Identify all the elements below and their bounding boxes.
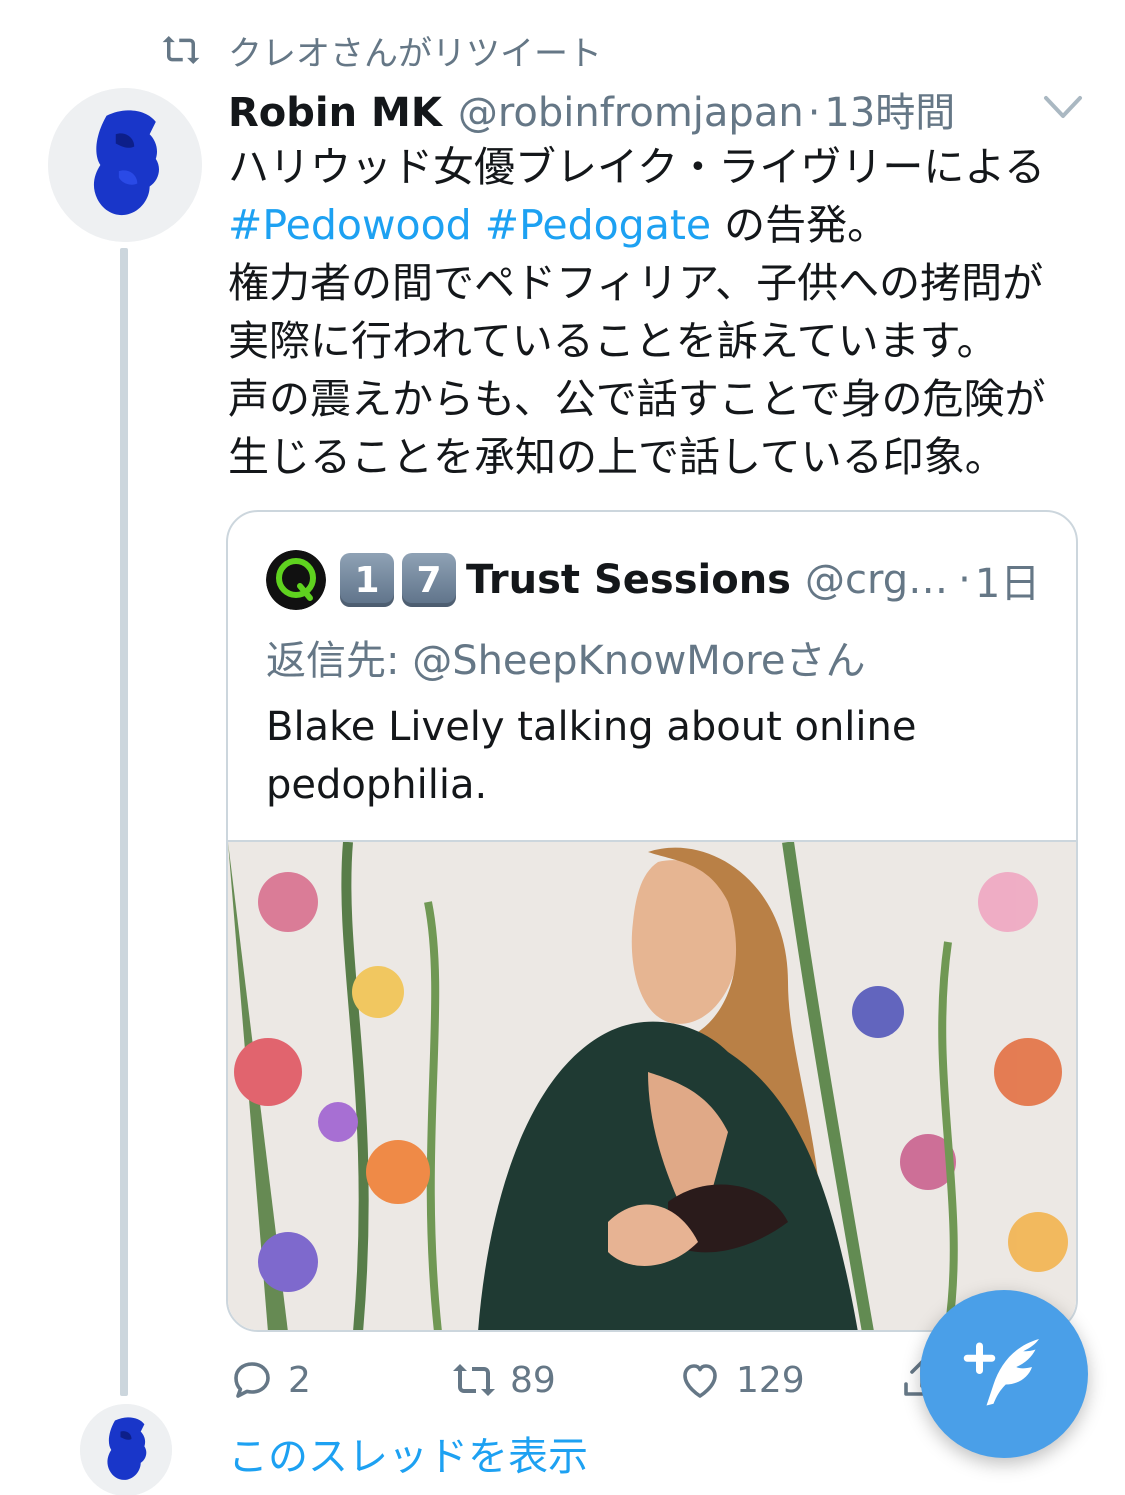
- tweet-time: 13時間: [824, 90, 956, 136]
- compose-tweet-button[interactable]: [920, 1290, 1088, 1458]
- reply-count: 2: [288, 1359, 311, 1401]
- reply-to-label: 返信先: @SheepKnowMoreさん: [266, 638, 866, 684]
- avatar-image: [48, 88, 202, 242]
- quote-time: 1日: [974, 561, 1041, 607]
- tweet-hashtag-line: #Pedowood #Pedogate の告発。: [228, 196, 1088, 254]
- quote-display-name[interactable]: Trust Sessions: [466, 557, 791, 603]
- user-handle[interactable]: @robinfromjapan: [458, 90, 804, 136]
- keycap-emoji: 1: [340, 553, 394, 607]
- tweet-line: 実際に行われていることを訴えています。: [228, 317, 998, 365]
- like-count: 129: [736, 1359, 805, 1401]
- tweet-text: の告発。: [711, 201, 889, 249]
- like-button[interactable]: 129: [676, 1352, 805, 1408]
- retweet-button[interactable]: 89: [450, 1352, 556, 1408]
- separator-dot: ·: [807, 90, 821, 136]
- tweet-line: 権力者の間でペドフィリア、子供への拷問が: [228, 259, 1044, 307]
- quote-text: Blake Lively talking about online pedoph…: [266, 704, 917, 808]
- retweet-icon: [162, 36, 200, 64]
- show-thread-link[interactable]: このスレッドを表示: [228, 1424, 588, 1482]
- retweet-icon: [453, 1364, 495, 1396]
- tweet-body: ハリウッド女優ブレイク・ライヴリーによる #Pedowood #Pedogate…: [228, 138, 1088, 486]
- reply-button[interactable]: 2: [228, 1352, 311, 1408]
- avatar[interactable]: [80, 1404, 172, 1495]
- video-thumbnail-image: [228, 842, 1076, 1330]
- quote-user-handle[interactable]: @crg…: [805, 557, 948, 603]
- tweet-page: クレオさんがリツイート Robin MK @robinfromjapan · 1…: [0, 0, 1125, 1495]
- chevron-down-icon[interactable]: [1040, 90, 1086, 124]
- keycap-emoji: 7: [402, 553, 456, 607]
- reply-icon: [234, 1362, 270, 1398]
- hashtag-link[interactable]: #Pedowood: [228, 201, 472, 249]
- tweet-line: 生じることを承知の上で話している印象。: [228, 433, 1006, 481]
- thread-line: [120, 248, 128, 1396]
- retweet-header: クレオさんがリツイート: [160, 28, 602, 74]
- tweet-line: ハリウッド女優ブレイク・ライヴリーによる: [228, 143, 1046, 191]
- quote-video-thumbnail[interactable]: [228, 840, 1076, 1330]
- quote-header: 1 7 Trust Sessions @crg… · 1日: [266, 550, 1040, 610]
- retweet-count: 89: [510, 1359, 556, 1401]
- hashtag-link[interactable]: #Pedogate: [485, 201, 711, 249]
- separator-dot: ·: [958, 557, 971, 603]
- tweet-header: Robin MK @robinfromjapan · 13時間: [228, 80, 955, 136]
- avatar-image: [80, 1404, 172, 1495]
- quote-tweet-card[interactable]: 1 7 Trust Sessions @crg… · 1日 返信先: @Shee…: [226, 510, 1078, 1332]
- display-name[interactable]: Robin MK: [228, 90, 442, 136]
- compose-tweet-icon: [963, 1339, 1039, 1406]
- heart-icon: [683, 1364, 717, 1398]
- tweet-line: 声の震えからも、公で話すことで身の危険が: [228, 375, 1046, 423]
- avatar[interactable]: [48, 88, 202, 242]
- q-logo-icon: [266, 550, 326, 610]
- retweet-header-text: クレオさんがリツイート: [228, 33, 602, 74]
